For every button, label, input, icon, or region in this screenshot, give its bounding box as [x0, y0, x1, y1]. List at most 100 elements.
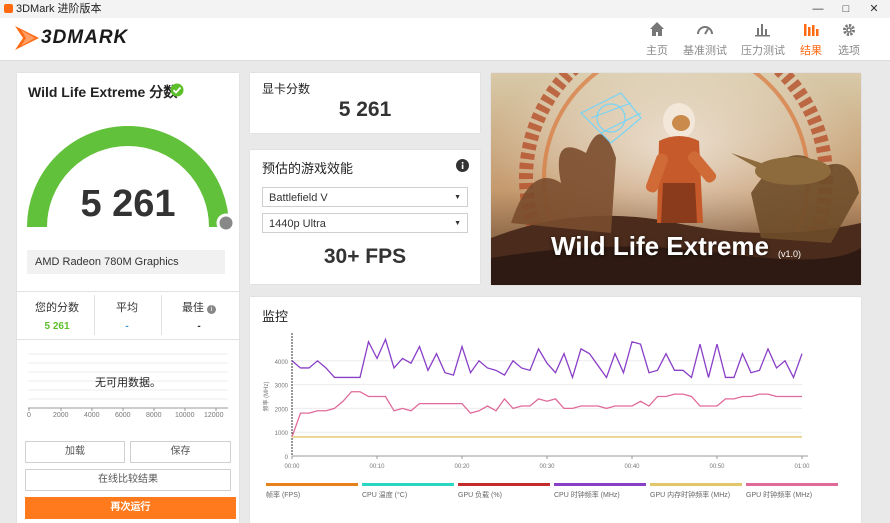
y-axis-label: 频率 (MHz)	[262, 382, 270, 412]
axis-tick: 4000	[84, 412, 100, 419]
x-tick-label: 00:00	[284, 464, 300, 470]
title-bar: 3DMark 进阶版本 — □ ✕	[0, 0, 890, 19]
legend-swatch	[266, 483, 358, 486]
score-title: Wild Life Extreme 分数	[28, 84, 178, 100]
minimize-button[interactable]: —	[804, 0, 832, 18]
best-label: 最佳 i	[169, 299, 229, 315]
x-tick-label: 00:20	[454, 464, 470, 470]
banner-version: (v1.0)	[778, 249, 802, 259]
legend-item[interactable]: 帧率 (FPS)	[266, 483, 358, 500]
y-tick-label: 3000	[275, 384, 289, 390]
legend-item[interactable]: GPU 内存时钟频率 (MHz)	[650, 483, 742, 500]
game-performance-title: 预估的游戏效能	[262, 161, 354, 176]
game-performance-card: 预估的游戏效能 Battlefield V ▼ 1440p Ultra ▼ 30…	[250, 150, 480, 284]
check-icon	[170, 83, 184, 97]
game-select[interactable]: Battlefield V ▼	[262, 187, 468, 207]
info-icon[interactable]	[456, 159, 469, 172]
nav-options-label: 选项	[838, 45, 860, 57]
axis-tick: 6000	[115, 412, 131, 419]
legend-swatch	[362, 483, 454, 486]
legend-swatch	[650, 483, 742, 486]
bars-icon	[755, 24, 770, 37]
legend-swatch	[458, 483, 550, 486]
x-tick-label: 00:40	[624, 464, 640, 470]
x-tick-label: 00:30	[539, 464, 555, 470]
maximize-button[interactable]: □	[832, 0, 860, 18]
your-score-value: 5 261	[44, 321, 70, 332]
x-tick-label: 00:10	[369, 464, 385, 470]
app-header: 3DMARK 主页 基准测试 压力测试 结果 选项	[0, 18, 890, 61]
gpu-score-card: 显卡分数 5 261	[250, 73, 480, 133]
load-button[interactable]: 加载	[25, 441, 125, 463]
legend-item[interactable]: GPU 时钟频率 (MHz)	[746, 483, 838, 500]
nav-stress-tests-label: 压力测试	[741, 45, 785, 57]
stat-separator	[94, 295, 95, 335]
legend-item[interactable]: CPU 温度 (°C)	[362, 483, 454, 500]
stat-separator	[161, 295, 162, 335]
legend-label: GPU 负载 (%)	[458, 492, 502, 499]
legend-label: CPU 温度 (°C)	[362, 492, 408, 499]
overall-score: 5 261	[80, 183, 176, 225]
window-title: 3DMark 进阶版本	[16, 3, 102, 15]
legend-label: CPU 时钟频率 (MHz)	[554, 492, 620, 499]
average-stat: 平均 -	[101, 299, 153, 332]
legend-label: GPU 内存时钟频率 (MHz)	[650, 492, 731, 499]
divider	[17, 291, 239, 292]
logo-icon	[15, 26, 39, 50]
y-tick-label: 2000	[275, 407, 289, 413]
legend-item[interactable]: GPU 负载 (%)	[458, 483, 550, 500]
banner-title: Wild Life Extreme	[551, 231, 769, 261]
axis-tick: 10000	[175, 412, 195, 419]
best-value: -	[197, 321, 201, 332]
average-value: -	[125, 321, 129, 332]
series-line	[291, 337, 803, 380]
monitoring-chart: 0 1000 2000 3000 4000 00:00 00:10 00:20 00:30 00:…	[262, 333, 810, 470]
best-stat: 最佳 i -	[169, 299, 229, 332]
monitoring-card: 监控 0 1000 2000 3000 4000 00:00 00:10 00:20 00:30…	[250, 297, 861, 523]
legend-item[interactable]: CPU 时钟频率 (MHz)	[554, 483, 646, 500]
no-data-message: 无可用数据。	[95, 377, 161, 389]
chevron-down-icon: ▼	[454, 194, 461, 201]
nav-benchmarks-label: 基准测试	[683, 45, 727, 57]
preset-select[interactable]: 1440p Ultra ▼	[262, 213, 468, 233]
legend-label: GPU 时钟频率 (MHz)	[746, 492, 813, 499]
best-label-text: 最佳	[181, 302, 204, 314]
save-button[interactable]: 保存	[130, 441, 231, 463]
gpu-score-value: 5 261	[338, 98, 392, 121]
axis-tick: 0	[27, 412, 31, 419]
gpu-name: AMD Radeon 780M Graphics	[27, 250, 225, 274]
y-tick-label: 1000	[275, 431, 289, 437]
nav-home-label: 主页	[646, 45, 668, 57]
nav-options[interactable]: 选项	[824, 20, 874, 58]
x-tick-label: 01:00	[794, 464, 810, 470]
chevron-down-icon: ▼	[454, 220, 461, 227]
nav-stress-tests[interactable]: 压力测试	[738, 20, 788, 58]
game-select-value: Battlefield V	[269, 192, 328, 204]
legend-swatch	[746, 483, 838, 486]
average-label: 平均	[116, 302, 138, 314]
axis-tick: 8000	[146, 412, 162, 419]
your-score-stat: 您的分数 5 261	[27, 299, 87, 332]
divider	[17, 339, 239, 340]
gear-icon	[843, 24, 855, 36]
run-again-button[interactable]: 再次运行	[25, 497, 236, 519]
your-score-label: 您的分数	[35, 302, 79, 314]
preset-select-value: 1440p Ultra	[269, 218, 326, 230]
home-icon	[650, 22, 664, 36]
info-icon[interactable]: i	[207, 305, 217, 314]
y-tick-label: 4000	[275, 360, 289, 366]
nav-home[interactable]: 主页	[632, 20, 682, 58]
axis-tick: 2000	[53, 412, 69, 419]
gauge-icon	[697, 26, 713, 35]
compare-online-button[interactable]: 在线比较结果	[25, 469, 231, 491]
logo-text: 3DMARK	[41, 27, 129, 48]
score-panel: Wild Life Extreme 分数 5 261 AMD Radeon 78…	[17, 73, 239, 523]
close-button[interactable]: ✕	[860, 0, 888, 18]
legend-label: 帧率 (FPS)	[266, 492, 301, 499]
gpu-score-title: 显卡分数	[262, 82, 311, 96]
x-tick-label: 00:50	[709, 464, 725, 470]
app-icon	[4, 4, 13, 13]
nav-benchmarks[interactable]: 基准测试	[680, 20, 730, 58]
benchmark-banner: Wild Life Extreme (v1.0)	[491, 73, 861, 285]
estimated-fps: 30+ FPS	[323, 245, 407, 268]
